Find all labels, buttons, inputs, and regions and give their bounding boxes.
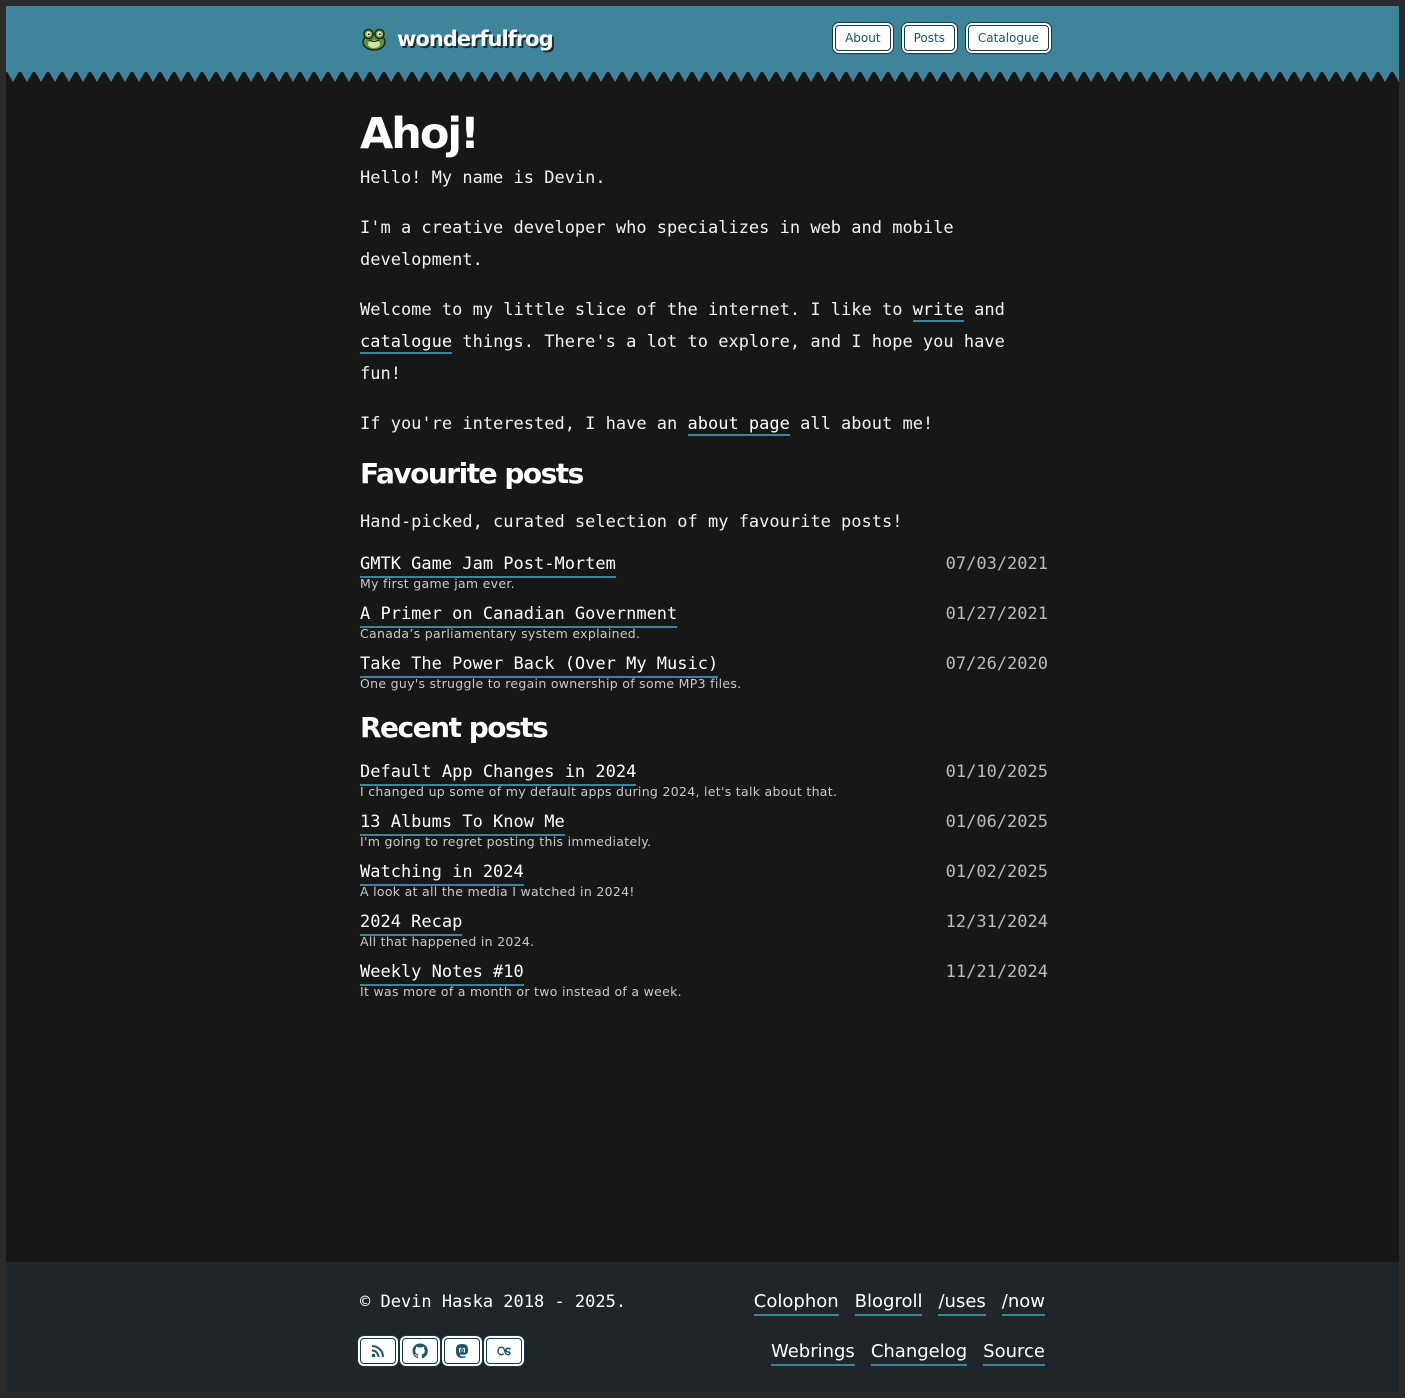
about-page-link[interactable]: about page <box>687 414 790 436</box>
intro-welcome-text: things. There's a lot to explore, and I … <box>360 332 1005 384</box>
post-description: I changed up some of my default apps dur… <box>360 784 838 799</box>
lastfm-button[interactable] <box>486 1338 522 1364</box>
nav-catalogue-button[interactable]: Catalogue <box>967 25 1049 51</box>
recent-posts-list: Default App Changes in 2024 01/10/2025 I… <box>360 760 1048 1010</box>
favourite-posts-list: GMTK Game Jam Post-Mortem 07/03/2021 My … <box>360 552 1048 702</box>
favourite-post-item: A Primer on Canadian Government 01/27/20… <box>360 602 1048 652</box>
changelog-link[interactable]: Changelog <box>870 1340 968 1366</box>
now-link[interactable]: /now <box>1001 1290 1045 1316</box>
post-description: One guy's struggle to regain ownership o… <box>360 676 742 691</box>
post-title-link[interactable]: GMTK Game Jam Post-Mortem <box>360 552 616 578</box>
site-footer: © Devin Haska 2018 - 2025. Colophon Blog… <box>6 1262 1399 1392</box>
mastodon-icon <box>456 1344 468 1358</box>
post-date: 01/02/2025 <box>945 862 1048 882</box>
nav-about-button[interactable]: About <box>835 25 891 51</box>
post-description: A look at all the media I watched in 202… <box>360 884 635 899</box>
github-icon <box>412 1343 428 1359</box>
favourite-post-item: Take The Power Back (Over My Music) 07/2… <box>360 652 1048 702</box>
recent-post-item: Watching in 2024 01/02/2025 A look at al… <box>360 860 1048 910</box>
recent-posts-heading: Recent posts <box>360 711 549 744</box>
post-description: I'm going to regret posting this immedia… <box>360 834 652 849</box>
post-date: 07/26/2020 <box>945 654 1048 674</box>
intro-hello: Hello! My name is Devin. <box>360 168 606 188</box>
post-title-link[interactable]: Take The Power Back (Over My Music) <box>360 652 719 678</box>
colophon-link[interactable]: Colophon <box>753 1290 839 1316</box>
nav-posts-button[interactable]: Posts <box>903 25 955 51</box>
post-title-link[interactable]: 2024 Recap <box>360 910 463 936</box>
post-date: 11/21/2024 <box>945 962 1048 982</box>
site-logo-link[interactable]: wonderfulfrog <box>361 24 554 54</box>
post-title-link[interactable]: A Primer on Canadian Government <box>360 602 678 628</box>
main-nav: About Posts Catalogue <box>835 25 1049 51</box>
favourite-posts-description: Hand-picked, curated selection of my fav… <box>360 512 903 532</box>
favourite-post-item: GMTK Game Jam Post-Mortem 07/03/2021 My … <box>360 552 1048 602</box>
footer-links-secondary: Webrings Changelog Source <box>770 1340 1045 1366</box>
post-date: 01/27/2021 <box>945 604 1048 624</box>
footer-links-primary: Colophon Blogroll /uses /now <box>753 1290 1045 1316</box>
post-description: It was more of a month or two instead of… <box>360 984 682 999</box>
rss-icon <box>371 1345 384 1358</box>
blogroll-link[interactable]: Blogroll <box>854 1290 923 1316</box>
intro-welcome: Welcome to my little slice of the intern… <box>360 294 1048 390</box>
page: wonderfulfrog About Posts Catalogue Ahoj… <box>6 6 1399 1392</box>
post-date: 07/03/2021 <box>945 554 1048 574</box>
post-date: 01/10/2025 <box>945 762 1048 782</box>
social-links <box>360 1338 522 1364</box>
rss-button[interactable] <box>360 1338 396 1364</box>
github-button[interactable] <box>402 1338 438 1364</box>
recent-post-item: Default App Changes in 2024 01/10/2025 I… <box>360 760 1048 810</box>
catalogue-link[interactable]: catalogue <box>360 332 453 354</box>
post-description: All that happened in 2024. <box>360 934 535 949</box>
recent-post-item: 2024 Recap 12/31/2024 All that happened … <box>360 910 1048 960</box>
intro-welcome-text: and <box>963 300 1005 320</box>
intro-welcome-text: Welcome to my little slice of the intern… <box>360 300 913 320</box>
site-header: wonderfulfrog About Posts Catalogue <box>6 6 1399 72</box>
uses-link[interactable]: /uses <box>938 1290 986 1316</box>
recent-post-item: Weekly Notes #10 11/21/2024 It was more … <box>360 960 1048 1010</box>
post-description: Canada’s parliamentary system explained. <box>360 626 641 641</box>
intro-role: I'm a creative developer who specializes… <box>360 218 954 270</box>
mastodon-button[interactable] <box>444 1338 480 1364</box>
header-zigzag-edge <box>6 70 1399 82</box>
intro-about: If you're interested, I have an about pa… <box>360 408 1048 440</box>
frog-logo-icon <box>362 28 386 51</box>
copyright-text: © Devin Haska 2018 - 2025. <box>360 1292 627 1312</box>
lastfm-icon <box>497 1346 511 1356</box>
page-title: Ahoj! <box>360 109 480 159</box>
post-title-link[interactable]: Watching in 2024 <box>360 860 524 886</box>
post-date: 12/31/2024 <box>945 912 1048 932</box>
source-link[interactable]: Source <box>983 1340 1045 1366</box>
post-title-link[interactable]: 13 Albums To Know Me <box>360 810 565 836</box>
main-content: Ahoj! Hello! My name is Devin. I'm a cre… <box>360 106 1048 1010</box>
post-title-link[interactable]: Default App Changes in 2024 <box>360 760 637 786</box>
recent-post-item: 13 Albums To Know Me 01/06/2025 I'm goin… <box>360 810 1048 860</box>
favourite-posts-heading: Favourite posts <box>360 457 584 490</box>
intro-about-text: If you're interested, I have an <box>360 414 688 434</box>
post-title-link[interactable]: Weekly Notes #10 <box>360 960 524 986</box>
write-link[interactable]: write <box>912 300 964 322</box>
site-name: wonderfulfrog <box>397 27 554 51</box>
post-description: My first game jam ever. <box>360 576 515 591</box>
webrings-link[interactable]: Webrings <box>770 1340 855 1366</box>
intro-about-text: all about me! <box>789 414 934 434</box>
post-date: 01/06/2025 <box>945 812 1048 832</box>
